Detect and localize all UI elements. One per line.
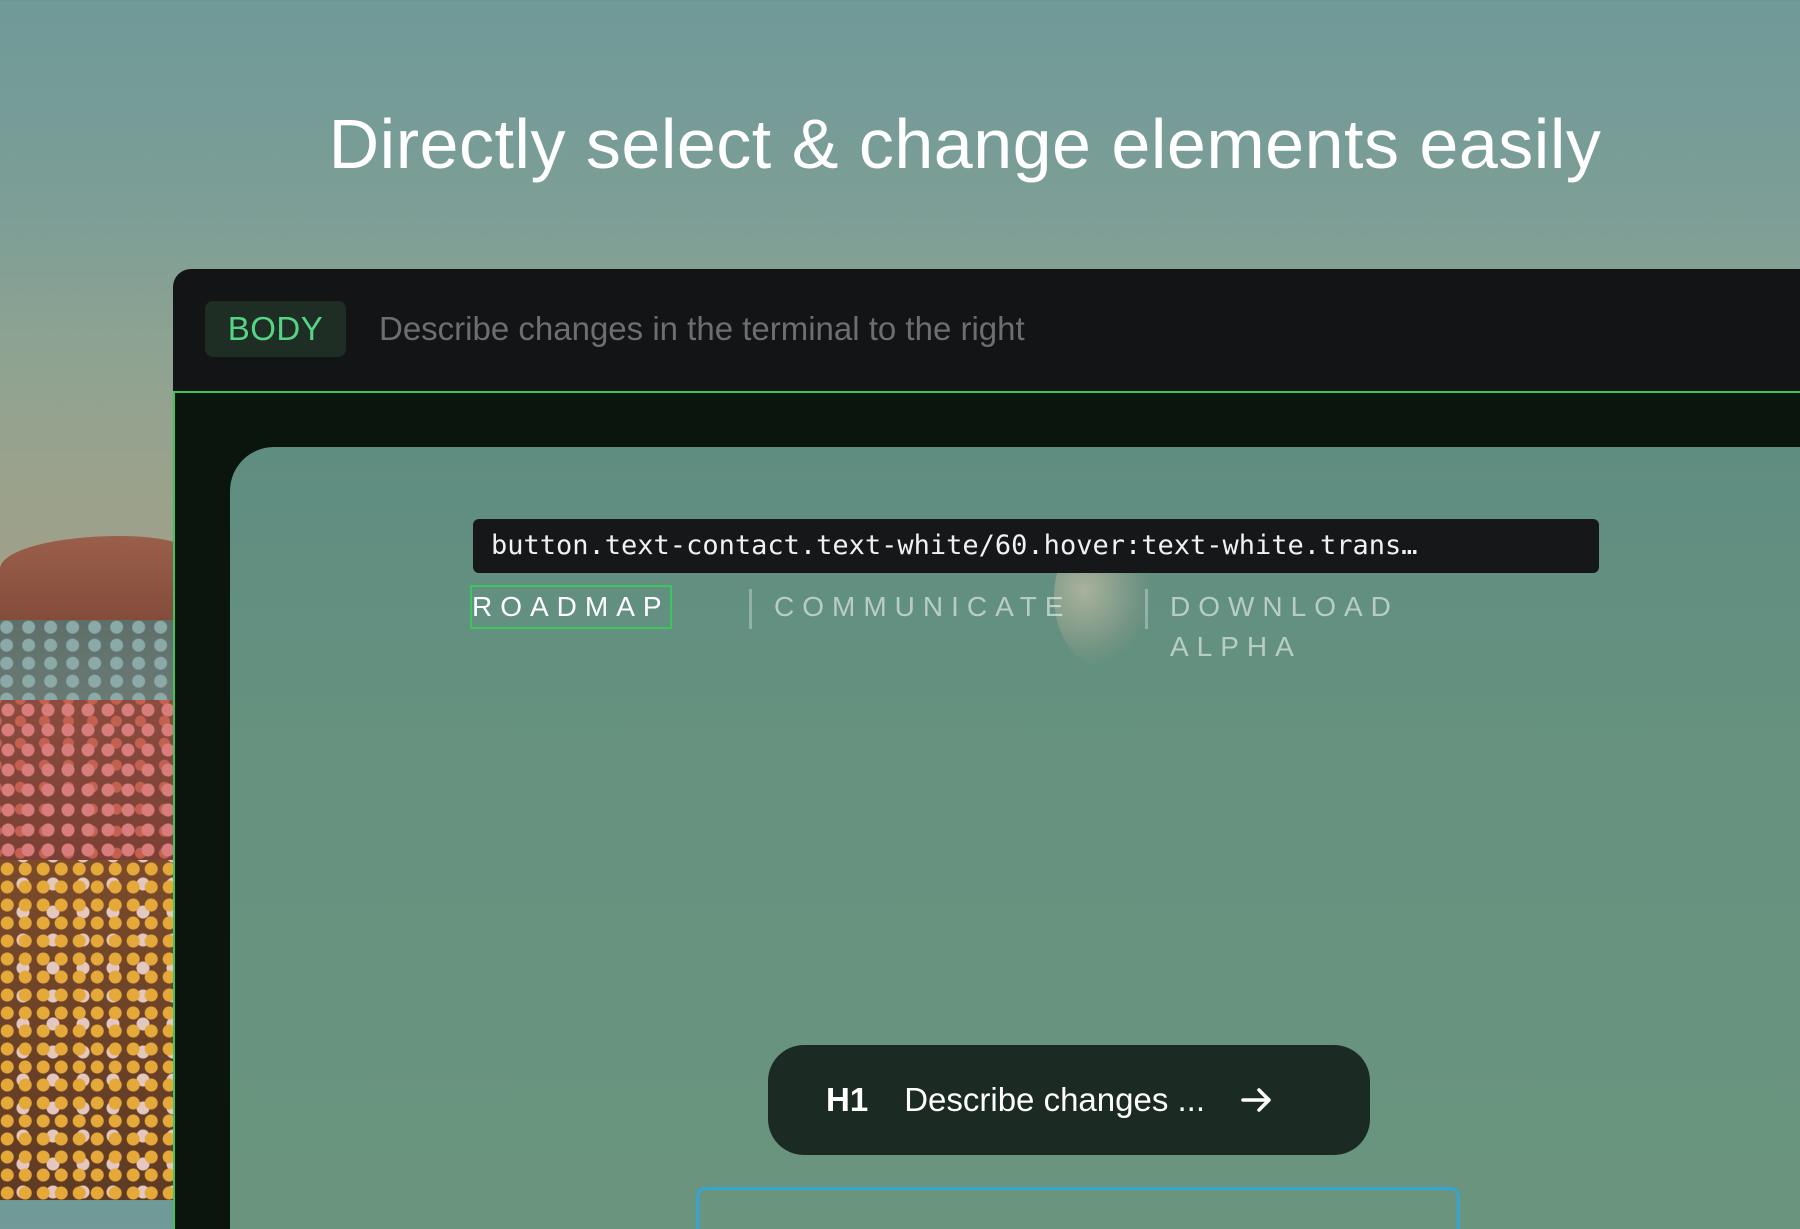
hover-highlight-box — [696, 1187, 1460, 1229]
headline: Directly select & change elements easily — [328, 105, 1602, 183]
nav-roadmap[interactable]: ROADMAP — [470, 585, 672, 629]
change-command-bar[interactable]: H1 Describe changes ... — [768, 1045, 1370, 1155]
element-selector-tooltip: button.text-contact.text-white/60.hover:… — [473, 519, 1599, 573]
nav-divider — [1145, 589, 1148, 629]
editor-topbar: BODY Describe changes in the terminal to… — [173, 269, 1800, 391]
arrow-right-icon[interactable] — [1239, 1080, 1279, 1120]
prompt-hint: Describe changes in the terminal to the … — [379, 310, 1025, 347]
selected-element-tag[interactable]: BODY — [205, 301, 346, 357]
nav-communicate[interactable]: COMMUNICATE — [774, 587, 1071, 627]
editor-window: BODY Describe changes in the terminal to… — [173, 269, 1800, 1229]
page-viewport: button.text-contact.text-white/60.hover:… — [230, 447, 1800, 1229]
command-input[interactable]: Describe changes ... — [904, 1081, 1205, 1119]
command-target-tag: H1 — [826, 1081, 869, 1118]
body-selection-frame[interactable]: button.text-contact.text-white/60.hover:… — [173, 391, 1800, 1229]
nav-download-alpha[interactable]: DOWNLOAD ALPHA — [1170, 587, 1399, 662]
meadow-background — [0, 500, 200, 1200]
nav-divider — [749, 589, 752, 629]
